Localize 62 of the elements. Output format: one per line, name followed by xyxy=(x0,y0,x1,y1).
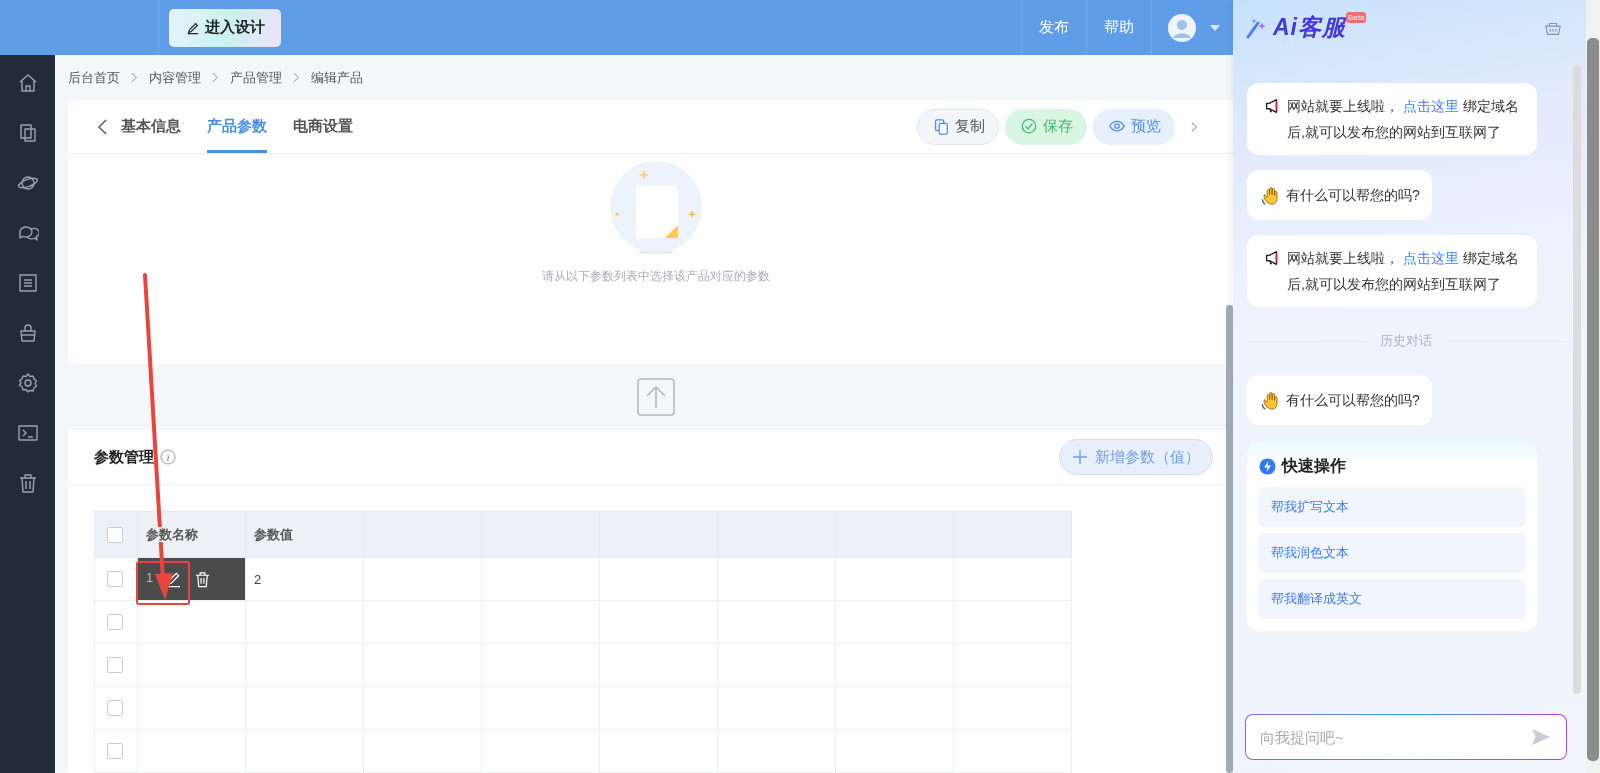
waving-hand-icon xyxy=(1261,185,1280,205)
pencil-icon xyxy=(185,20,200,35)
message-text: 网站就要上线啦， 点击这里 绑定域名后,就可以发布您的网站到互联网了 xyxy=(1287,97,1520,142)
list-icon[interactable] xyxy=(16,272,39,294)
cell-text: 2 xyxy=(254,571,262,587)
trash-icon[interactable] xyxy=(194,570,212,588)
save-button[interactable]: 保存 xyxy=(1005,108,1087,145)
waving-hand-icon xyxy=(1261,390,1280,410)
settings-icon[interactable] xyxy=(16,372,39,394)
chat-title: Ai客服 xyxy=(1273,13,1346,42)
breadcrumb-link[interactable]: 产品管理 xyxy=(230,68,282,87)
column-header: 参数名称 xyxy=(146,526,198,542)
quick-action-button[interactable]: 帮我扩写文本 xyxy=(1259,487,1525,527)
check-circle-icon xyxy=(1019,117,1038,136)
panel-scrollbar[interactable] xyxy=(1587,38,1599,761)
plus-icon xyxy=(1072,450,1087,464)
tab[interactable]: 基本信息 xyxy=(121,100,181,154)
caret-down-icon[interactable] xyxy=(1210,24,1220,31)
checkbox[interactable] xyxy=(107,743,123,760)
send-icon[interactable] xyxy=(1531,728,1551,746)
message-text: 网站就要上线啦， 点击这里 绑定域名后,就可以发布您的网站到互联网了 xyxy=(1287,249,1520,294)
preview-button[interactable]: 预览 xyxy=(1093,108,1175,145)
chevron-right-icon xyxy=(131,72,138,84)
column-header: 参数值 xyxy=(254,526,293,542)
link[interactable]: 点击这里 xyxy=(1402,98,1459,114)
checkbox[interactable] xyxy=(107,526,123,543)
chevron-right-icon xyxy=(212,72,219,84)
add-parameter-button[interactable]: 新增参数（值） xyxy=(1059,439,1213,475)
checkbox[interactable] xyxy=(107,614,123,631)
avatar-icon[interactable] xyxy=(1168,13,1196,42)
quick-action-button[interactable]: 帮我翻译成英文 xyxy=(1259,579,1525,619)
breadcrumb-current: 编辑产品 xyxy=(311,68,363,87)
top-menu-link[interactable]: 帮助 xyxy=(1086,0,1151,55)
chat-scrollbar[interactable] xyxy=(1573,65,1581,694)
tab[interactable]: 电商设置 xyxy=(293,100,353,154)
tab[interactable]: 产品参数 xyxy=(207,100,267,154)
quick-action-button[interactable]: 帮我润色文本 xyxy=(1259,533,1525,573)
design-button[interactable]: 进入设计 xyxy=(169,8,281,47)
question-input[interactable]: 向我提问吧~ xyxy=(1245,714,1567,760)
link[interactable]: 点击这里 xyxy=(1402,250,1459,266)
section-title: 参数管理 xyxy=(94,447,154,467)
breadcrumb-link[interactable]: 后台首页 xyxy=(68,68,120,87)
beta-badge: Beta xyxy=(1346,12,1367,23)
breadcrumb-link[interactable]: 内容管理 xyxy=(149,68,201,87)
lightning-icon xyxy=(1259,458,1276,475)
divider-label: 历史对话 xyxy=(1380,332,1432,350)
checkbox[interactable] xyxy=(107,700,123,717)
chevron-right-icon[interactable] xyxy=(1191,120,1198,133)
message-text: 有什么可以帮您的吗? xyxy=(1286,391,1420,410)
back-chevron-icon[interactable] xyxy=(98,118,107,135)
copy-button[interactable]: 复制 xyxy=(917,108,999,145)
cell-text: 1 xyxy=(146,570,154,586)
info-icon[interactable] xyxy=(160,449,176,465)
message-text: 有什么可以帮您的吗? xyxy=(1286,186,1420,205)
page-scrollbar[interactable] xyxy=(1226,305,1233,773)
empty-state-message: 请从以下参数列表中选择该产品对应的参数 xyxy=(541,268,770,286)
checkbox[interactable] xyxy=(107,657,123,674)
checkbox[interactable] xyxy=(107,571,123,588)
card-title: 快速操作 xyxy=(1282,456,1346,476)
chevron-right-icon xyxy=(293,72,300,84)
top-menu-link[interactable]: 发布 xyxy=(1021,0,1086,55)
terminal-icon[interactable] xyxy=(16,422,39,444)
